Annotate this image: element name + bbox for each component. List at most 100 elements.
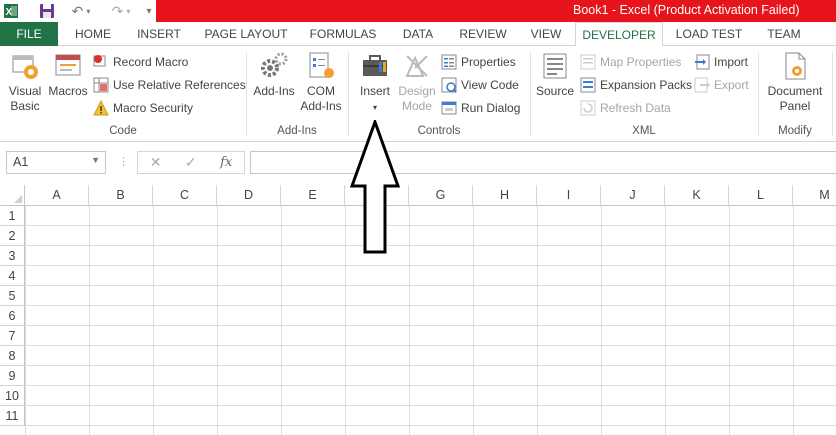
use-relative-references-label: Use Relative References xyxy=(113,78,246,92)
confirm-entry-icon[interactable]: ✓ xyxy=(185,154,197,171)
select-all-button[interactable] xyxy=(0,185,25,206)
row-header-7[interactable]: 7 xyxy=(0,326,25,346)
tab-insert[interactable]: INSERT xyxy=(130,22,188,46)
import-icon xyxy=(695,54,710,70)
row-header-11[interactable]: 11 xyxy=(0,406,25,426)
formula-bar: A1 ▼ ⋮ ✕ ✓ fx xyxy=(0,142,836,182)
column-header-g[interactable]: G xyxy=(409,185,473,206)
refresh-data-icon xyxy=(580,100,596,116)
add-ins-button[interactable]: Add-Ins xyxy=(250,50,298,99)
macros-label: Macros xyxy=(48,84,88,98)
row-header-3[interactable]: 3 xyxy=(0,246,25,266)
properties-icon xyxy=(441,54,457,70)
export-button[interactable]: Export xyxy=(694,75,749,95)
add-ins-group-label: Add-Ins xyxy=(277,125,317,137)
design-mode-icon xyxy=(405,55,428,77)
visual-basic-label-2: Basic xyxy=(10,99,40,113)
cancel-entry-icon[interactable]: ✕ xyxy=(150,154,162,171)
save-icon[interactable] xyxy=(38,1,56,21)
xml-group-label: XML xyxy=(632,125,656,137)
record-macro-button[interactable]: Record Macro xyxy=(93,52,188,72)
tab-load-test[interactable]: LOAD TEST xyxy=(670,22,748,46)
excel-logo-icon[interactable]: X xyxy=(2,1,20,21)
ribbon: Visual Basic Macros Record Macro Use Rel… xyxy=(0,46,836,142)
refresh-data-label: Refresh Data xyxy=(600,101,671,115)
warning-icon xyxy=(93,100,109,116)
column-header-l[interactable]: L xyxy=(729,185,793,206)
expansion-packs-label: Expansion Packs xyxy=(600,78,693,92)
tab-review[interactable]: REVIEW xyxy=(454,22,512,46)
row-header-8[interactable]: 8 xyxy=(0,346,25,366)
cell-area[interactable] xyxy=(25,206,836,435)
refresh-data-button[interactable]: Refresh Data xyxy=(580,98,671,118)
row-header-6[interactable]: 6 xyxy=(0,306,25,326)
row-header-9[interactable]: 9 xyxy=(0,366,25,386)
view-code-button[interactable]: View Code xyxy=(441,75,519,95)
column-header-c[interactable]: C xyxy=(153,185,217,206)
column-header-b[interactable]: B xyxy=(89,185,153,206)
record-macro-label: Record Macro xyxy=(113,55,189,69)
column-header-e[interactable]: E xyxy=(281,185,345,206)
visual-basic-button[interactable]: Visual Basic xyxy=(4,50,46,114)
column-header-i[interactable]: I xyxy=(537,185,601,206)
properties-button[interactable]: Properties xyxy=(441,52,516,72)
tab-developer[interactable]: DEVELOPER xyxy=(575,22,663,47)
column-header-a[interactable]: A xyxy=(25,185,89,206)
tab-home[interactable]: HOME xyxy=(64,22,122,46)
xml-source-button[interactable]: Source xyxy=(534,50,576,99)
column-header-d[interactable]: D xyxy=(217,185,281,206)
export-icon xyxy=(694,77,710,93)
name-box-dropdown-icon[interactable]: ▼ xyxy=(91,155,100,165)
document-panel-button[interactable]: Document Panel xyxy=(762,50,828,114)
formula-input[interactable] xyxy=(250,151,836,174)
design-mode-label-2: Mode xyxy=(401,99,433,113)
view-code-icon xyxy=(441,77,457,93)
design-mode-label-1: Design xyxy=(398,84,436,98)
group-separator xyxy=(246,52,247,136)
run-dialog-button[interactable]: Run Dialog xyxy=(441,98,520,118)
undo-icon[interactable]: ↶ ▾ xyxy=(64,1,98,21)
tab-team[interactable]: TEAM xyxy=(758,22,810,46)
export-label: Export xyxy=(714,78,749,92)
formula-buttons: ✕ ✓ fx xyxy=(137,151,245,174)
tab-data[interactable]: DATA xyxy=(394,22,442,46)
column-header-h[interactable]: H xyxy=(473,185,537,206)
column-header-k[interactable]: K xyxy=(665,185,729,206)
com-add-ins-icon xyxy=(309,52,334,78)
row-header-4[interactable]: 4 xyxy=(0,266,25,286)
map-properties-button[interactable]: Map Properties xyxy=(580,52,681,72)
group-separator xyxy=(832,52,833,136)
tab-file[interactable]: FILE xyxy=(0,22,58,46)
import-button[interactable]: Import xyxy=(694,52,748,72)
redo-icon[interactable]: ↷ ▾ xyxy=(104,1,138,21)
use-relative-references-button[interactable]: Use Relative References xyxy=(93,75,246,95)
run-dialog-icon xyxy=(441,101,457,115)
map-properties-label: Map Properties xyxy=(600,55,682,69)
row-header-2[interactable]: 2 xyxy=(0,226,25,246)
row-header-5[interactable]: 5 xyxy=(0,286,25,306)
column-header-m[interactable]: M xyxy=(793,185,836,206)
tab-view[interactable]: VIEW xyxy=(522,22,570,46)
group-separator xyxy=(348,52,349,136)
insert-function-icon[interactable]: fx xyxy=(220,155,232,170)
add-ins-label: Add-Ins xyxy=(253,84,295,98)
insert-controls-label: Insert xyxy=(359,84,390,98)
row-header-1[interactable]: 1 xyxy=(0,206,25,226)
insert-dropdown-icon: ▾ xyxy=(372,103,377,112)
com-add-ins-button[interactable]: COM Add-Ins xyxy=(298,50,344,114)
column-header-j[interactable]: J xyxy=(601,185,665,206)
tab-page-layout[interactable]: PAGE LAYOUT xyxy=(198,22,294,46)
formula-bar-grip-icon[interactable]: ⋮ xyxy=(118,155,130,168)
macros-button[interactable]: Macros xyxy=(46,50,90,99)
expansion-packs-button[interactable]: Expansion Packs xyxy=(580,75,692,95)
gear-icon xyxy=(261,52,288,77)
macro-security-button[interactable]: Macro Security xyxy=(93,98,193,118)
customize-qat-icon[interactable]: ▾ xyxy=(144,1,154,21)
tab-formulas[interactable]: FORMULAS xyxy=(304,22,382,46)
ribbon-tabs: FILE HOME INSERT PAGE LAYOUT FORMULAS DA… xyxy=(0,22,836,47)
document-panel-label-1: Document xyxy=(767,84,823,98)
name-box[interactable]: A1 ▼ xyxy=(6,151,106,174)
row-header-10[interactable]: 10 xyxy=(0,386,25,406)
design-mode-button[interactable]: Design Mode xyxy=(396,50,438,114)
insert-controls-button[interactable]: Insert ▾ xyxy=(354,50,396,115)
